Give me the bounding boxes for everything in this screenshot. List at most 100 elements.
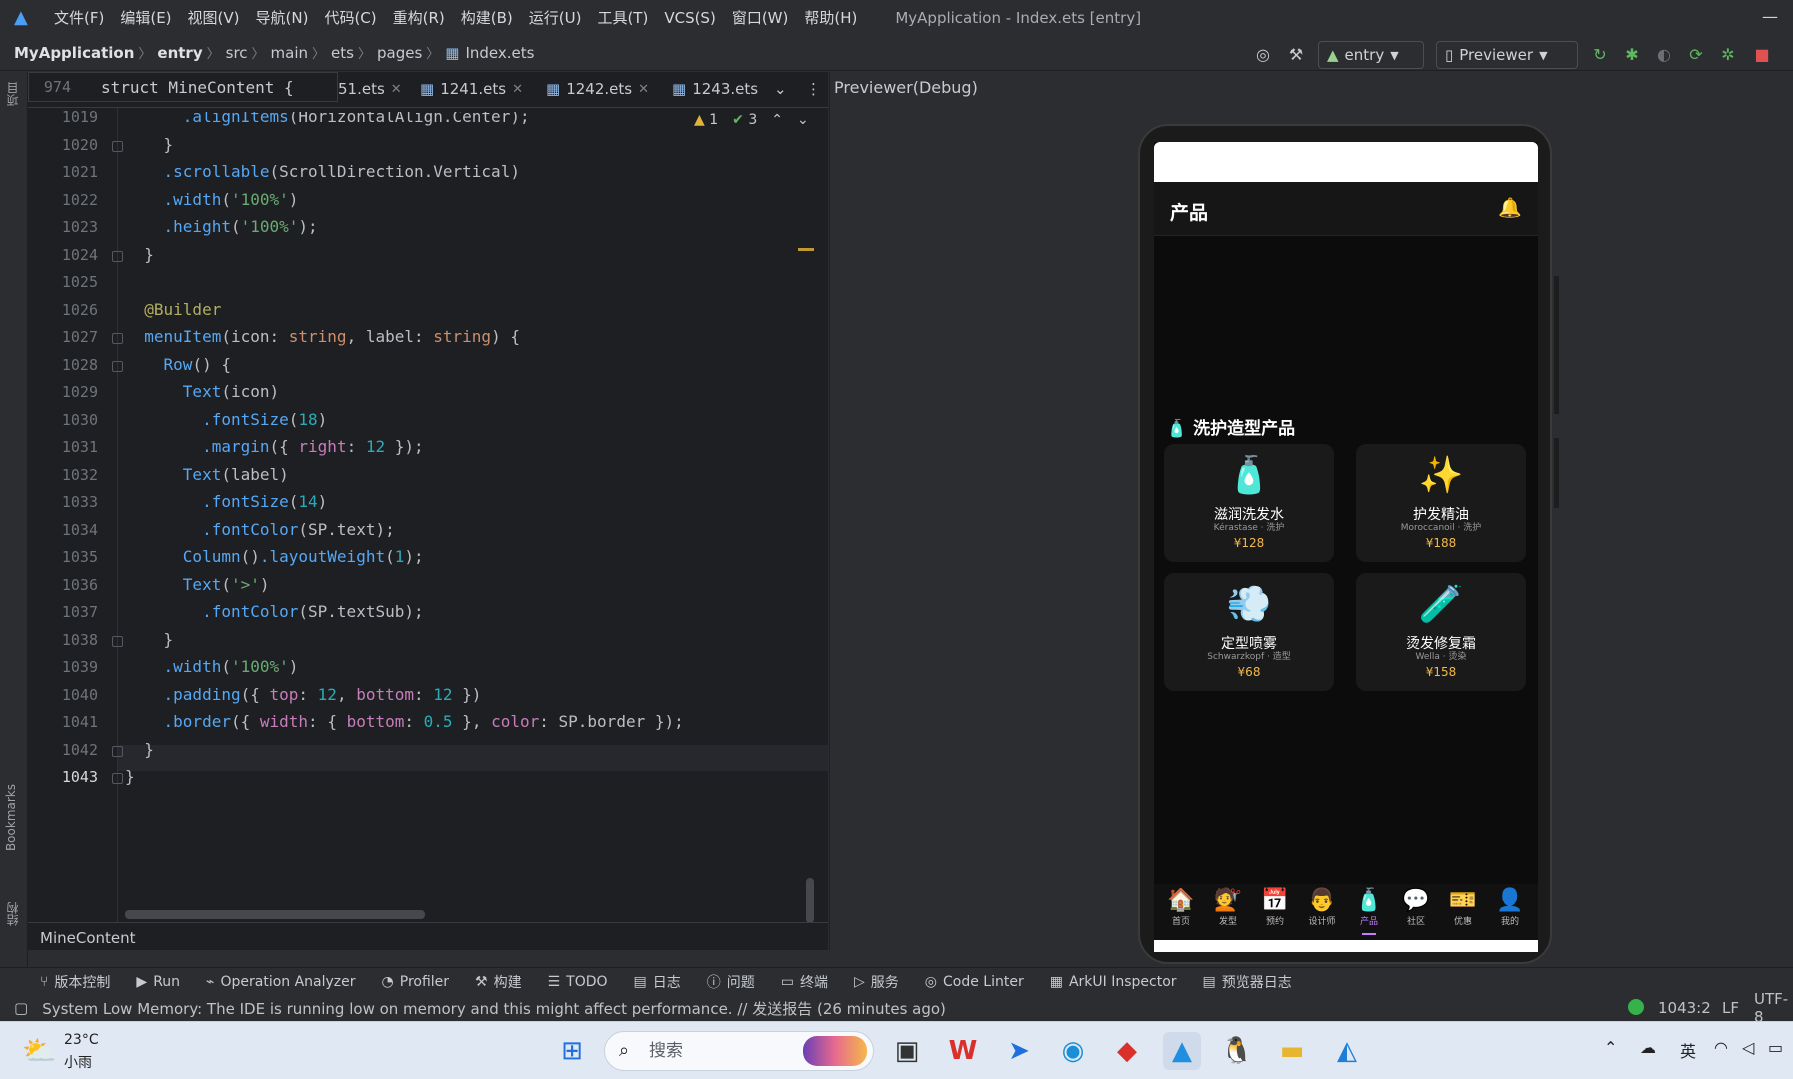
menu-code[interactable]: 代码(C): [324, 7, 376, 28]
status-toggle-icon[interactable]: ▢: [14, 999, 28, 1017]
status-message[interactable]: System Low Memory: The IDE is running lo…: [42, 998, 946, 1019]
code-breadcrumb-item[interactable]: MineContent: [40, 929, 136, 947]
tool-window-4[interactable]: ⚒ 构建: [475, 972, 522, 992]
nav-item-home[interactable]: 🏠 首页: [1158, 888, 1204, 927]
caret-position[interactable]: 1043:2: [1658, 999, 1711, 1017]
warning-marker[interactable]: [798, 248, 814, 251]
windows-start-icon[interactable]: ⊞: [553, 1032, 591, 1070]
product-card[interactable]: 🧪 烫发修复霜 Wella · 烫染 ¥158: [1356, 573, 1526, 691]
product-card[interactable]: ✨ 护发精油 Moroccanoil · 洗护 ¥188: [1356, 444, 1526, 562]
product-card[interactable]: 🧴 滋润洗发水 Kérastase · 洗护 ¥128: [1164, 444, 1334, 562]
minimize-icon[interactable]: —: [1747, 0, 1793, 35]
weather-desc[interactable]: 小雨: [64, 1052, 92, 1072]
close-icon[interactable]: ✕: [391, 82, 402, 97]
phone-screen[interactable]: 产品 🔔 🧴 洗护造型产品 🧴 滋润洗发水 Kérastase · 洗护 ¥12…: [1154, 142, 1538, 952]
menu-refactor[interactable]: 重构(R): [393, 7, 445, 28]
pdf-icon[interactable]: ◆: [1108, 1032, 1146, 1070]
bell-icon[interactable]: 🔔: [1498, 196, 1522, 219]
product-card[interactable]: 💨 定型喷雾 Schwarzkopf · 造型 ¥68: [1164, 573, 1334, 691]
tool-window-2[interactable]: ⌁ Operation Analyzer: [206, 974, 355, 990]
nav-item-products[interactable]: 🧴 产品: [1346, 888, 1392, 935]
feishu-icon[interactable]: ➤: [1000, 1032, 1038, 1070]
tab-1243[interactable]: ▦ 1243.ets: [672, 80, 758, 98]
fold-icon[interactable]: [112, 745, 123, 757]
menu-navigate[interactable]: 导航(N): [256, 7, 309, 28]
hammer-icon[interactable]: ⚒: [1285, 44, 1307, 66]
breadcrumb-main[interactable]: main: [271, 44, 308, 62]
task-view-icon[interactable]: ▣: [888, 1032, 926, 1070]
tab-1241[interactable]: ▦ 1241.ets ✕: [420, 80, 523, 98]
debug-icon[interactable]: ✱: [1621, 44, 1643, 66]
menu-tools[interactable]: 工具(T): [597, 7, 648, 28]
menu-edit[interactable]: 编辑(E): [120, 7, 171, 28]
fold-icon[interactable]: [112, 773, 123, 784]
nav-item-community[interactable]: 💬 社区: [1393, 888, 1439, 927]
inspection-widget[interactable]: ▲ 1 ✔ 3 ⌃ ⌄: [694, 112, 809, 128]
menu-help[interactable]: 帮助(H): [804, 7, 857, 28]
menu-window[interactable]: 窗口(W): [732, 7, 789, 28]
tab-51[interactable]: 51.ets ✕: [338, 80, 402, 98]
nav-item-hairstyle[interactable]: 💇 发型: [1205, 888, 1251, 927]
breadcrumb-entry[interactable]: entry: [157, 44, 202, 62]
folder-icon[interactable]: ▬: [1273, 1032, 1311, 1070]
breadcrumb-pages[interactable]: pages: [377, 44, 422, 62]
vscode-icon[interactable]: ◭: [1328, 1032, 1366, 1070]
tool-window-0[interactable]: ⑂ 版本控制: [40, 972, 110, 992]
chevron-up-icon[interactable]: ⌃: [1604, 1038, 1617, 1057]
warning-count[interactable]: ▲ 1: [694, 112, 718, 128]
attach-debugger-icon[interactable]: ◐: [1653, 44, 1675, 66]
status-ok-icon[interactable]: [1628, 999, 1644, 1015]
edge-icon[interactable]: ◉: [1054, 1032, 1092, 1070]
taskbar-search[interactable]: ⌕ 搜索: [604, 1031, 874, 1071]
fold-icon[interactable]: [112, 635, 123, 647]
tool-window-9[interactable]: ▷ 服务: [854, 972, 899, 992]
nav-item-coupons[interactable]: 🎫 优惠: [1440, 888, 1486, 927]
breadcrumb-file[interactable]: Index.ets: [465, 44, 534, 62]
target-icon[interactable]: ◎: [1252, 44, 1274, 66]
qq-icon[interactable]: 🐧: [1218, 1032, 1256, 1070]
module-select[interactable]: ▲ entry ▼: [1318, 41, 1424, 69]
nav-item-mine[interactable]: 👤 我的: [1487, 888, 1533, 927]
close-icon[interactable]: ✕: [638, 82, 649, 97]
weather-temp[interactable]: 23°C: [64, 1032, 99, 1048]
breadcrumb-project[interactable]: MyApplication: [14, 44, 134, 62]
apply-changes-icon[interactable]: ⟳: [1685, 44, 1707, 66]
speaker-icon[interactable]: ◁: [1742, 1038, 1754, 1057]
deveco-studio-icon[interactable]: ▲: [1163, 1032, 1201, 1070]
wps-icon[interactable]: W: [944, 1032, 982, 1070]
tool-window-8[interactable]: ▭ 终端: [781, 972, 828, 992]
fold-icon[interactable]: [112, 250, 123, 262]
device-select[interactable]: ▯ Previewer ▼: [1436, 41, 1578, 69]
tab-list-chevron-icon[interactable]: ⌄: [774, 80, 787, 98]
close-icon[interactable]: ✕: [512, 82, 523, 97]
menu-build[interactable]: 构建(B): [461, 7, 513, 28]
tool-window-7[interactable]: ⓘ 问题: [707, 972, 755, 992]
stop-icon[interactable]: ■: [1751, 44, 1773, 66]
menu-vcs[interactable]: VCS(S): [664, 9, 715, 27]
onedrive-icon[interactable]: ☁: [1640, 1038, 1656, 1057]
weather-icon[interactable]: ⛅: [22, 1034, 57, 1067]
nav-item-booking[interactable]: 📅 预约: [1252, 888, 1298, 927]
tool-window-10[interactable]: ◎ Code Linter: [925, 974, 1024, 990]
nav-item-stylist[interactable]: 👨 设计师: [1299, 888, 1345, 927]
tool-window-5[interactable]: ☰ TODO: [548, 974, 608, 990]
line-ending[interactable]: LF: [1722, 999, 1739, 1017]
structure-tool-label[interactable]: 结构: [4, 902, 21, 926]
wifi-icon[interactable]: ◠: [1714, 1038, 1728, 1057]
fold-icon[interactable]: [112, 140, 123, 152]
breadcrumb-ets[interactable]: ets: [331, 44, 354, 62]
tool-window-1[interactable]: ▶ Run: [136, 974, 180, 990]
ok-count[interactable]: ✔ 3: [732, 112, 757, 128]
tab-1242[interactable]: ▦ 1242.ets ✕: [546, 80, 649, 98]
vertical-scrollbar[interactable]: [806, 878, 814, 923]
profile-icon[interactable]: ✲: [1717, 44, 1739, 66]
chevron-up-icon[interactable]: ⌃: [771, 112, 783, 128]
menu-view[interactable]: 视图(V): [188, 7, 240, 28]
more-options-icon[interactable]: ⋮: [806, 80, 821, 98]
horizontal-scrollbar[interactable]: [125, 910, 425, 919]
sticky-scroll-header[interactable]: 974 struct MineContent {: [28, 72, 338, 102]
fold-icon[interactable]: [112, 333, 123, 344]
tool-window-11[interactable]: ▦ ArkUI Inspector: [1050, 974, 1177, 990]
tool-window-12[interactable]: ▤ 预览器日志: [1203, 972, 1292, 992]
menu-file[interactable]: 文件(F): [54, 7, 104, 28]
